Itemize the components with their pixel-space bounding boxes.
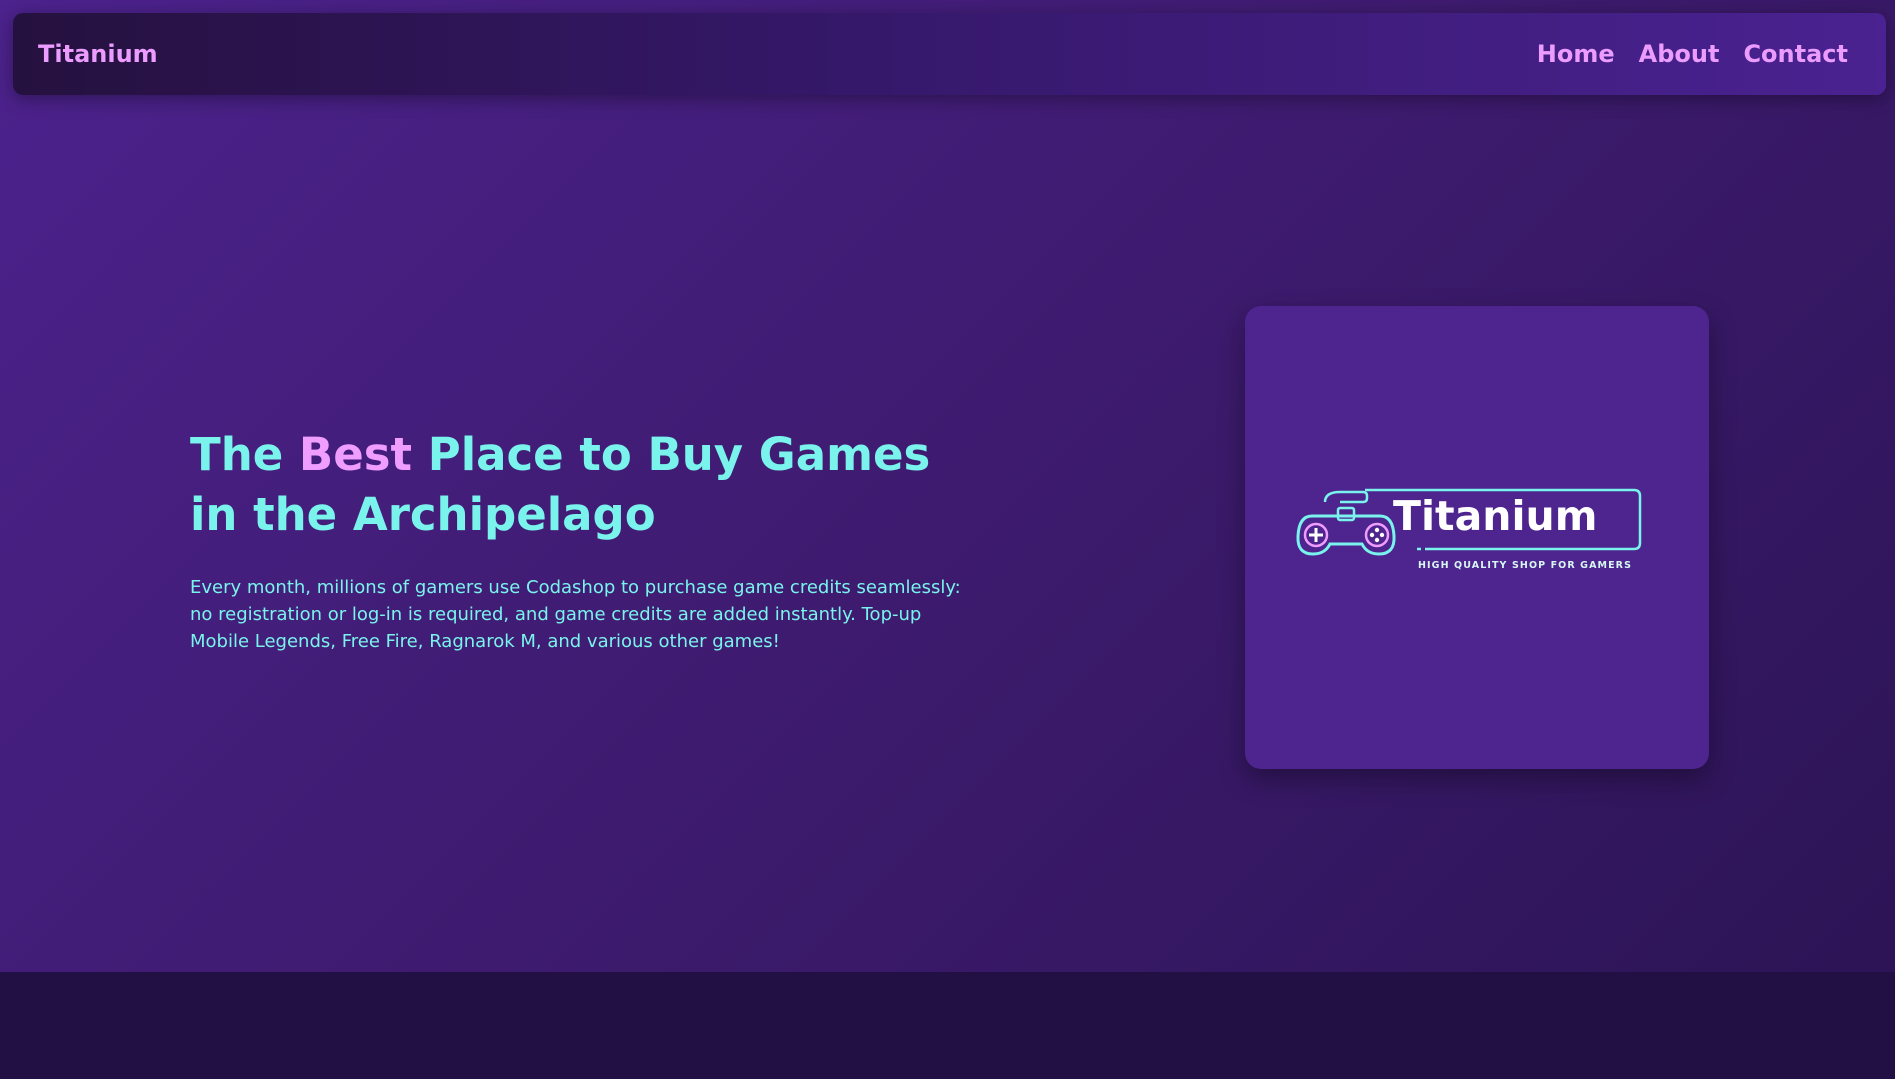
nav-link-home[interactable]: Home [1537,40,1615,68]
nav-link-about[interactable]: About [1639,40,1720,68]
hero-description: Every month, millions of gamers use Coda… [190,577,961,652]
hero-headline: The Best Place to Buy Games in the Archi… [190,425,990,545]
navbar: Titanium Home About Contact [13,13,1886,95]
logo-card: Titanium HIGH QUALITY SHOP FOR GAMERS [1245,306,1709,769]
gamepad-icon [1296,490,1396,556]
headline-accent-word: Best [298,428,413,481]
nav-links: Home About Contact [1537,13,1848,95]
footer [0,972,1895,1079]
titanium-logo: Titanium HIGH QUALITY SHOP FOR GAMERS [1296,488,1642,571]
nav-link-contact[interactable]: Contact [1743,40,1848,68]
headline-part-pre: The [190,428,299,481]
logo-wordmark: Titanium [1393,492,1597,540]
brand-logo-text[interactable]: Titanium [38,13,158,95]
logo-tagline: HIGH QUALITY SHOP FOR GAMERS [1418,560,1632,571]
